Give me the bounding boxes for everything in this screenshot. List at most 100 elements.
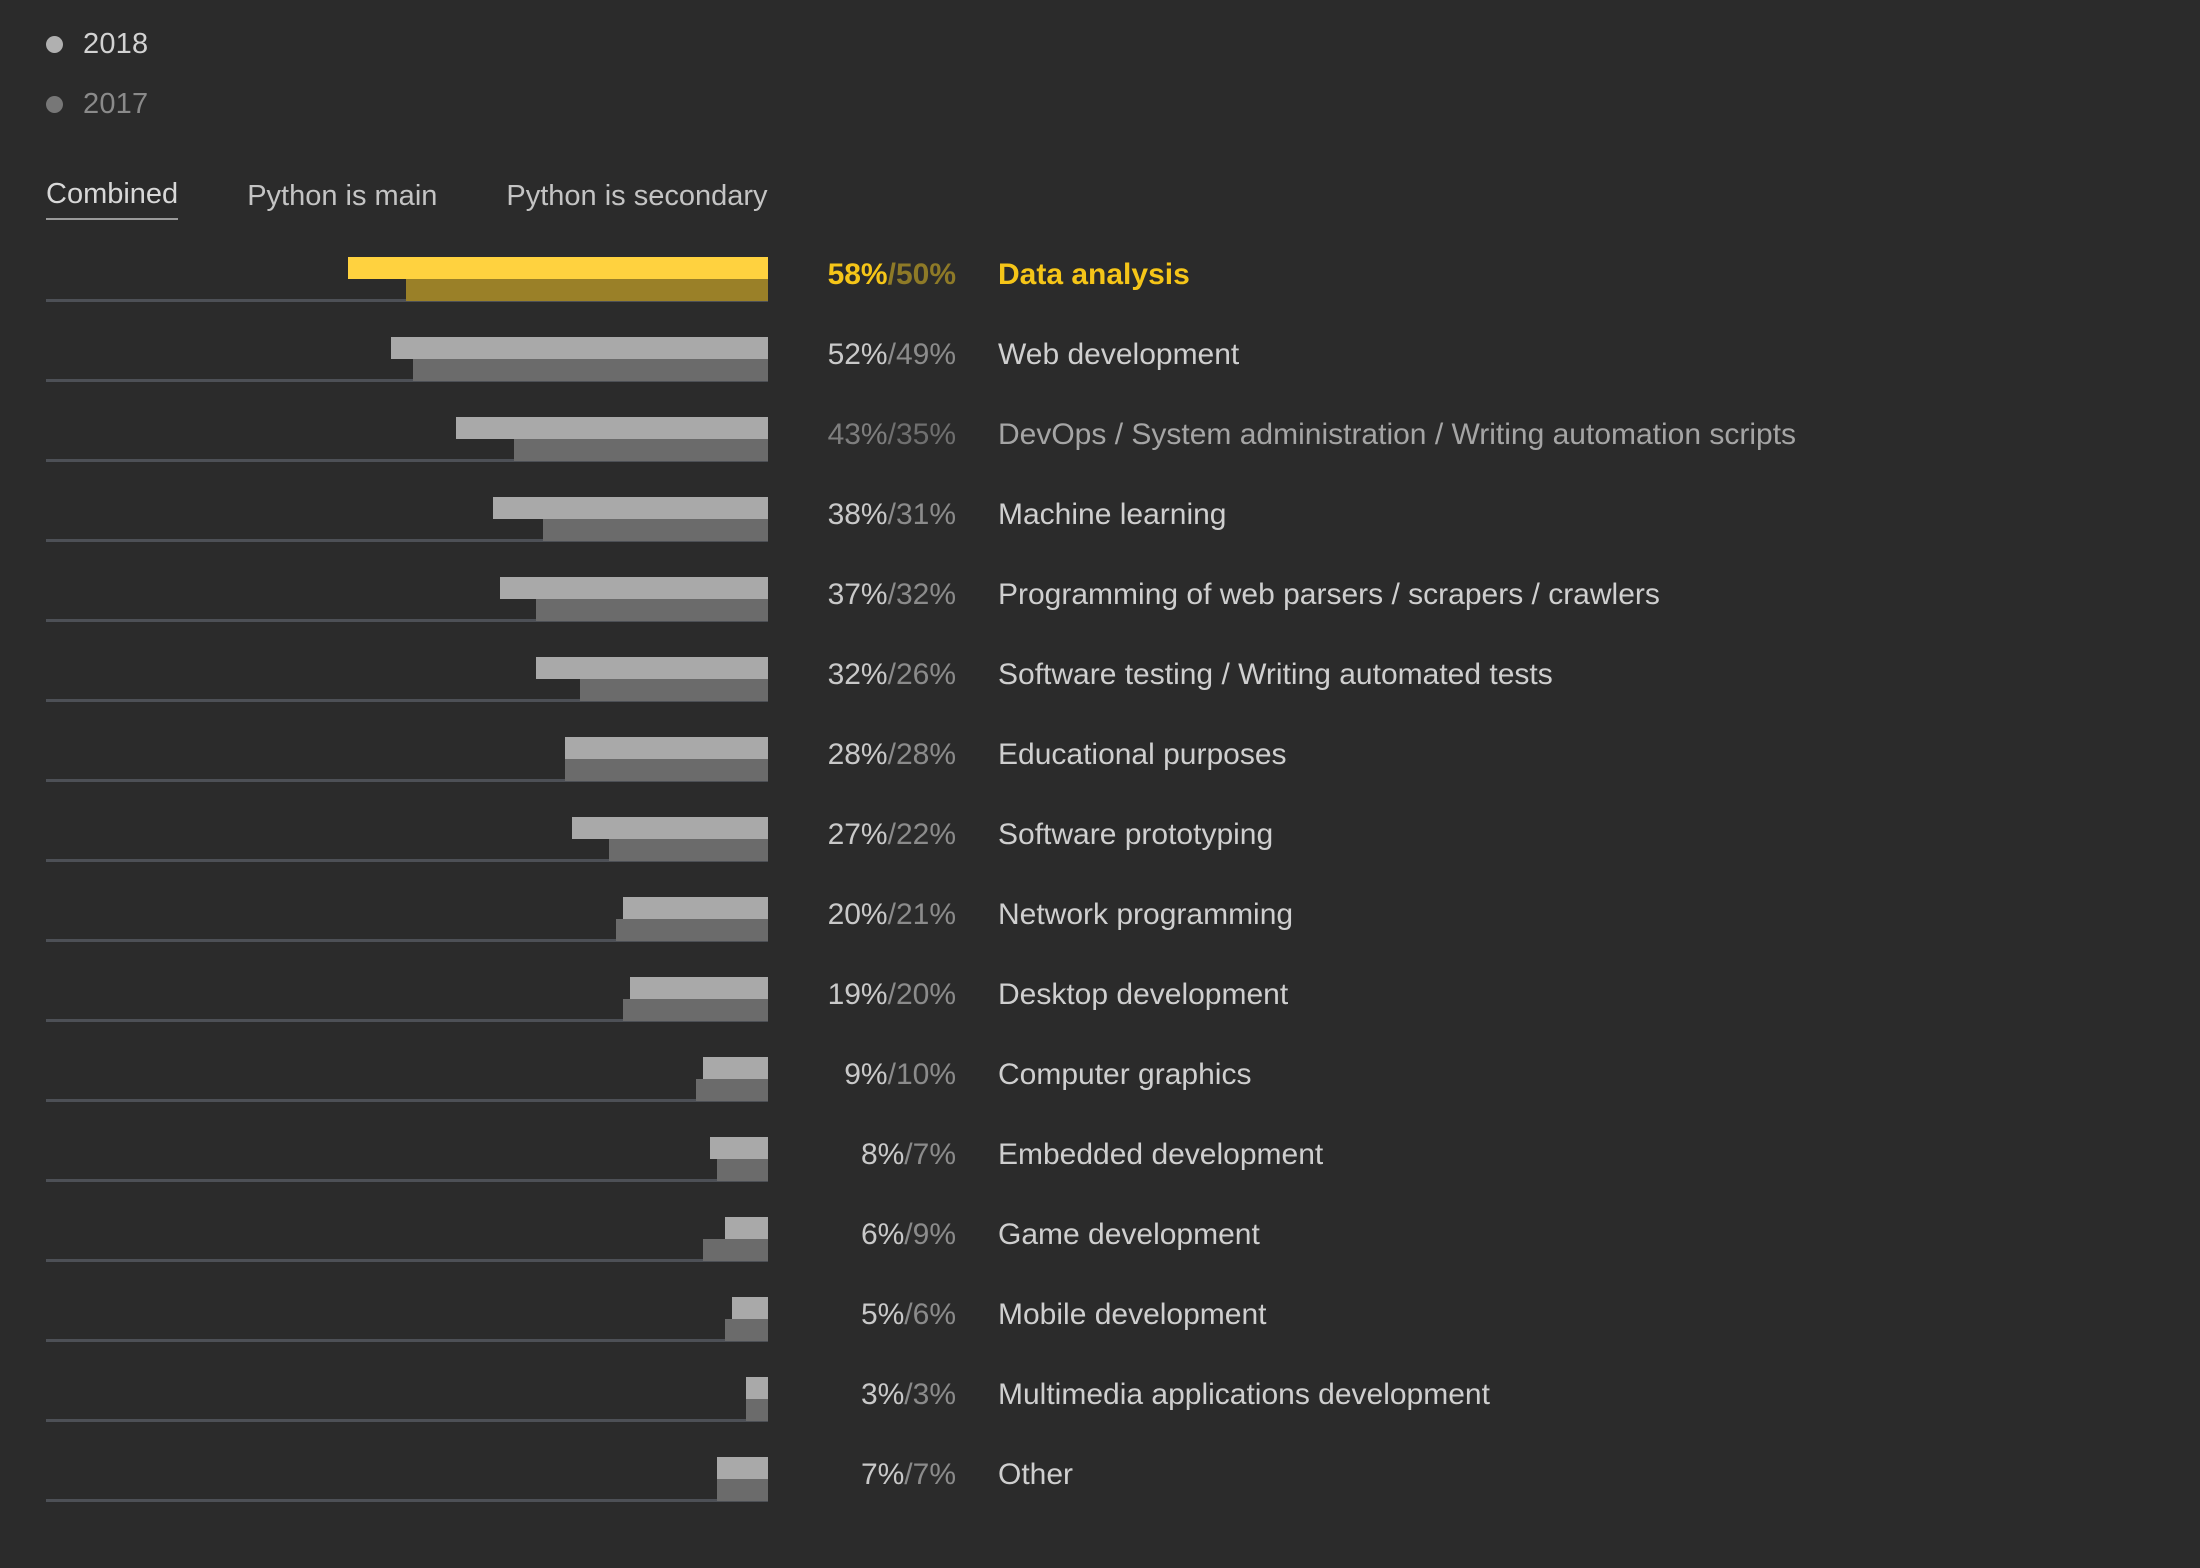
horizontal-bar-chart: 58%/50% Data analysis 52%/49% Web developme…: [0, 248, 2200, 1528]
category-label: Embedded development: [998, 1138, 1324, 1171]
table-row[interactable]: 32%/26% Software testing / Writing automa…: [0, 648, 2200, 728]
value-label-2017: 31%: [895, 498, 956, 531]
bar-track: [46, 1419, 768, 1422]
category-label: Data analysis: [998, 258, 1190, 291]
value-label-2018: 58%: [827, 258, 888, 291]
category-label: Game development: [998, 1218, 1260, 1251]
value-separator: /: [887, 978, 896, 1011]
bar-track: [46, 1339, 768, 1342]
value-label-2018: 52%: [827, 338, 888, 371]
value-label-2018: 37%: [827, 578, 888, 611]
category-label: Machine learning: [998, 498, 1227, 531]
bar-2017: [565, 759, 768, 781]
value-label-2017: 28%: [895, 738, 956, 771]
tab-python-is-secondary[interactable]: Python is secondary: [506, 180, 767, 220]
bar-track: [46, 1099, 768, 1102]
category-label: Multimedia applications development: [998, 1378, 1490, 1411]
tab-python-is-main[interactable]: Python is main: [247, 180, 437, 220]
category-label: Web development: [998, 338, 1240, 371]
bar-2017: [615, 919, 768, 941]
bar-2018: [391, 337, 768, 359]
year-legend: 2018 2017: [46, 26, 148, 146]
value-labels: 32%/26%: [768, 658, 956, 692]
value-separator: /: [887, 1058, 896, 1091]
legend-item-2018[interactable]: 2018: [46, 26, 148, 62]
bar-2018: [499, 577, 768, 599]
value-label-2017: 7%: [912, 1458, 956, 1491]
value-separator: /: [887, 498, 896, 531]
value-label-2018: 7%: [860, 1458, 905, 1491]
bar-track: [46, 1259, 768, 1262]
bar-2018: [710, 1137, 768, 1159]
bar-2017: [579, 679, 768, 701]
value-labels: 6%/9%: [768, 1218, 956, 1252]
category-label: Other: [998, 1458, 1074, 1491]
table-row[interactable]: 6%/9% Game development: [0, 1208, 2200, 1288]
category-label: Network programming: [998, 898, 1294, 931]
table-row[interactable]: 58%/50% Data analysis: [0, 248, 2200, 328]
value-label-2017: 22%: [895, 818, 956, 851]
value-labels: 7%/7%: [768, 1458, 956, 1492]
bar-2017: [623, 999, 768, 1021]
table-row[interactable]: 27%/22% Software prototyping: [0, 808, 2200, 888]
bar-2017: [514, 439, 768, 461]
bar-2017: [412, 359, 768, 381]
value-separator: /: [887, 898, 896, 931]
table-row[interactable]: 19%/20% Desktop development: [0, 968, 2200, 1048]
bar-2018: [492, 497, 768, 519]
value-labels: 19%/20%: [768, 978, 956, 1012]
value-label-2018: 43%: [827, 418, 888, 451]
table-row[interactable]: 43%/35% DevOps / System administration / …: [0, 408, 2200, 488]
bar-2018: [623, 897, 768, 919]
bar-2017: [543, 519, 768, 541]
legend-item-label: 2017: [83, 87, 149, 120]
value-labels: 20%/21%: [768, 898, 956, 932]
table-row[interactable]: 9%/10% Computer graphics: [0, 1048, 2200, 1128]
table-row[interactable]: 38%/31% Machine learning: [0, 488, 2200, 568]
table-row[interactable]: 37%/32% Programming of web parsers / scra…: [0, 568, 2200, 648]
bar-2018: [630, 977, 768, 999]
value-labels: 9%/10%: [768, 1058, 956, 1092]
table-row[interactable]: 20%/21% Network programming: [0, 888, 2200, 968]
value-separator: /: [904, 1458, 913, 1491]
value-labels: 3%/3%: [768, 1378, 956, 1412]
table-row[interactable]: 3%/3% Multimedia applications development: [0, 1368, 2200, 1448]
table-row[interactable]: 52%/49% Web development: [0, 328, 2200, 408]
bar-2018: [347, 257, 768, 279]
table-row[interactable]: 28%/28% Educational purposes: [0, 728, 2200, 808]
bar-2017: [405, 279, 768, 301]
tab-combined[interactable]: Combined: [46, 178, 179, 220]
value-label-2018: 6%: [860, 1218, 905, 1251]
bar-2018: [702, 1057, 768, 1079]
value-label-2018: 3%: [860, 1378, 905, 1411]
value-separator: /: [887, 658, 896, 691]
legend-item-2017[interactable]: 2017: [46, 86, 148, 122]
category-label: Programming of web parsers / scrapers / …: [998, 578, 1660, 611]
bar-2018: [746, 1377, 768, 1399]
bar-2018: [565, 737, 768, 759]
bar-2018: [731, 1297, 768, 1319]
table-row[interactable]: 8%/7% Embedded development: [0, 1128, 2200, 1208]
value-separator: /: [887, 338, 896, 371]
bar-2018: [724, 1217, 768, 1239]
view-tabs[interactable]: Combined Python is main Python is secondar…: [46, 178, 837, 220]
value-separator: /: [904, 1138, 913, 1171]
table-row[interactable]: 7%/7% Other: [0, 1448, 2200, 1528]
bar-2017: [608, 839, 768, 861]
category-label: Computer graphics: [998, 1058, 1252, 1091]
table-row[interactable]: 5%/6% Mobile development: [0, 1288, 2200, 1368]
value-separator: /: [904, 1378, 913, 1411]
category-label: Educational purposes: [998, 738, 1287, 771]
bar-2017: [746, 1399, 768, 1421]
value-label-2018: 5%: [860, 1298, 905, 1331]
legend-item-label: 2018: [83, 27, 149, 60]
legend-dot-icon: [46, 95, 63, 113]
value-label-2018: 20%: [827, 898, 888, 931]
value-separator: /: [887, 578, 896, 611]
value-label-2017: 7%: [912, 1138, 956, 1171]
value-label-2018: 38%: [827, 498, 888, 531]
bar-2017: [702, 1239, 768, 1261]
bar-2018: [572, 817, 768, 839]
bar-2017: [724, 1319, 768, 1341]
bar-2018: [536, 657, 768, 679]
